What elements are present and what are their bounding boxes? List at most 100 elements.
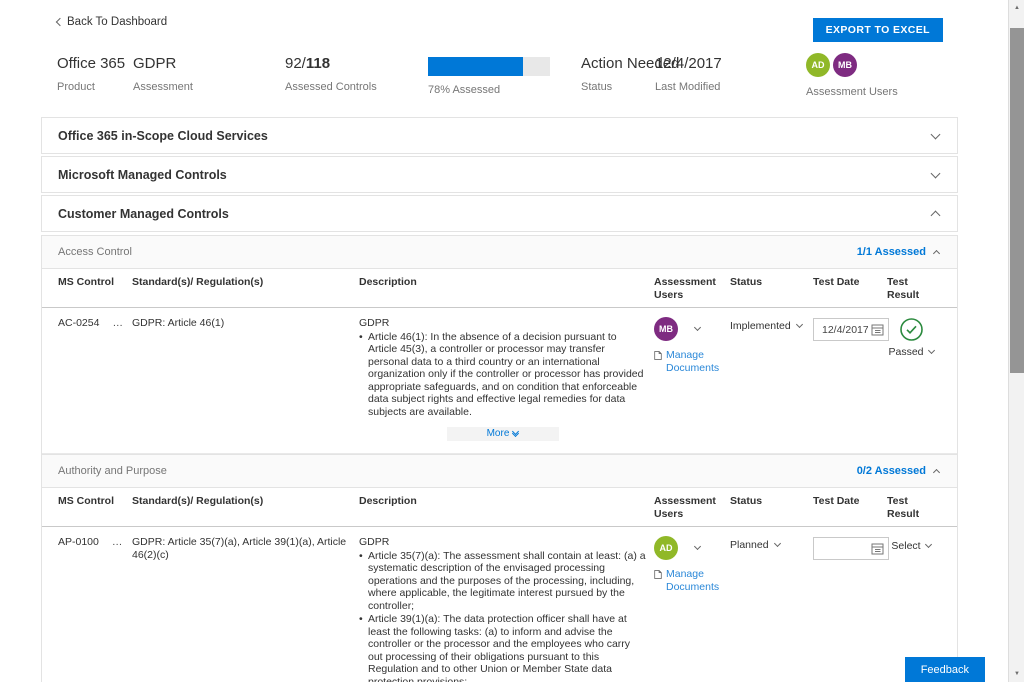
- control-id: AP-0100: [58, 536, 99, 682]
- chevron-down-icon[interactable]: [694, 543, 701, 550]
- row-menu-button[interactable]: …: [112, 536, 124, 682]
- product-value: Office 365: [57, 55, 125, 72]
- feedback-button[interactable]: Feedback: [905, 657, 985, 682]
- status-dropdown[interactable]: Planned: [730, 527, 813, 682]
- metric-assessed-controls: 92/118 Assessed Controls: [285, 55, 377, 93]
- column-header-test-result: Test Result: [887, 488, 943, 526]
- description-cell: GDPR Article 46(1): In the absence of a …: [359, 308, 654, 453]
- status-dropdown[interactable]: Implemented: [730, 308, 813, 453]
- last-modified-value: 12/4/2017: [655, 55, 722, 72]
- chevron-up-icon: [933, 250, 940, 257]
- test-date-input-wrapper: [813, 318, 889, 341]
- chevron-up-icon: [931, 210, 941, 220]
- group-assessed-count: 1/1 Assessed: [857, 246, 926, 258]
- back-link-label: Back To Dashboard: [67, 16, 167, 28]
- document-icon: [654, 568, 662, 581]
- column-header-test-date: Test Date: [813, 269, 887, 307]
- section-office365-in-scope[interactable]: Office 365 in-Scope Cloud Services: [41, 117, 958, 154]
- column-header-status: Status: [730, 269, 813, 307]
- table-header-row: MS Control Standard(s)/ Regulation(s) De…: [42, 269, 957, 308]
- back-to-dashboard-link[interactable]: Back To Dashboard: [57, 16, 167, 28]
- section-microsoft-managed-controls[interactable]: Microsoft Managed Controls: [41, 156, 958, 193]
- vertical-scrollbar[interactable]: ▲ ▼: [1008, 0, 1024, 682]
- product-label: Product: [57, 81, 125, 93]
- column-header-ms-control: MS Control: [58, 269, 132, 307]
- assessment-users-label: Assessment Users: [806, 86, 898, 98]
- export-to-excel-button[interactable]: EXPORT TO EXCEL: [813, 18, 943, 42]
- document-icon: [654, 349, 662, 362]
- column-header-assessment-users: Assessment Users: [654, 269, 730, 307]
- chevron-down-icon: [774, 540, 781, 547]
- standards-cell: GDPR: Article 35(7)(a), Article 39(1)(a)…: [132, 527, 359, 682]
- group-collapse-toggle[interactable]: 0/2 Assessed: [857, 465, 939, 477]
- assessment-summary: Office 365 Product GDPR Assessment 92/11…: [57, 55, 957, 100]
- avatar[interactable]: AD: [654, 536, 678, 560]
- section-customer-managed-controls[interactable]: Customer Managed Controls: [41, 195, 958, 232]
- group-bar-authority-and-purpose: Authority and Purpose 0/2 Assessed: [41, 454, 958, 488]
- description-bullets: Article 35(7)(a): The assessment shall c…: [359, 550, 646, 682]
- test-date-cell: [813, 308, 887, 453]
- last-modified-label: Last Modified: [655, 81, 722, 93]
- section-title: Customer Managed Controls: [58, 207, 229, 221]
- description-title: GDPR: [359, 536, 646, 549]
- column-header-test-result: Test Result: [887, 269, 943, 307]
- manage-documents-link[interactable]: Manage Documents: [654, 568, 722, 594]
- status-value: Planned: [730, 539, 769, 552]
- test-date-cell: [813, 527, 887, 682]
- section-title: Office 365 in-Scope Cloud Services: [58, 129, 268, 143]
- calendar-icon[interactable]: [871, 542, 884, 555]
- description-bullet: Article 46(1): In the absence of a decis…: [359, 331, 646, 419]
- description-bullet: Article 39(1)(a): The data protection of…: [359, 613, 646, 682]
- avatar[interactable]: MB: [654, 317, 678, 341]
- column-header-ms-control: MS Control: [58, 488, 132, 526]
- controls-table-access-control: MS Control Standard(s)/ Regulation(s) De…: [41, 269, 958, 454]
- description-title: GDPR: [359, 317, 646, 330]
- column-header-description: Description: [359, 488, 654, 526]
- chevron-left-icon: [56, 18, 64, 26]
- ms-control-cell: AC-0254 …: [58, 308, 132, 453]
- group-assessed-count: 0/2 Assessed: [857, 465, 926, 477]
- chevron-down-icon: [931, 168, 941, 178]
- column-header-assessment-users: Assessment Users: [654, 488, 730, 526]
- column-header-status: Status: [730, 488, 813, 526]
- assessment-users-cell: AD Manage Documents: [654, 527, 730, 682]
- group-name: Authority and Purpose: [58, 465, 167, 477]
- row-menu-button[interactable]: …: [112, 317, 124, 447]
- calendar-icon[interactable]: [871, 323, 884, 336]
- chevron-down-icon: [796, 321, 803, 328]
- group-bar-access-control: Access Control 1/1 Assessed: [41, 235, 958, 269]
- more-button[interactable]: More: [447, 427, 559, 441]
- metric-assessment: GDPR Assessment: [133, 55, 193, 93]
- description-cell: GDPR Article 35(7)(a): The assessment sh…: [359, 527, 654, 682]
- avatar[interactable]: AD: [806, 53, 830, 77]
- scroll-down-arrow-icon[interactable]: ▼: [1009, 666, 1024, 682]
- scrollbar-thumb[interactable]: [1010, 28, 1024, 373]
- ms-control-cell: AP-0100 …: [58, 527, 132, 682]
- scroll-up-arrow-icon[interactable]: ▲: [1009, 0, 1024, 16]
- test-result-dropdown[interactable]: Passed: [887, 308, 943, 453]
- section-title: Microsoft Managed Controls: [58, 168, 227, 182]
- column-header-description: Description: [359, 269, 654, 307]
- description-bullets: Article 46(1): In the absence of a decis…: [359, 331, 646, 419]
- metric-product: Office 365 Product: [57, 55, 125, 93]
- chevron-down-icon: [925, 541, 932, 548]
- metric-progress: 78% Assessed: [428, 55, 550, 96]
- manage-documents-link[interactable]: Manage Documents: [654, 349, 722, 375]
- table-row: AP-0100 … GDPR: Article 35(7)(a), Articl…: [42, 527, 957, 682]
- table-row: AC-0254 … GDPR: Article 46(1) GDPR Artic…: [42, 308, 957, 454]
- more-label: More: [487, 428, 510, 441]
- manage-documents-label: Manage Documents: [666, 568, 722, 594]
- controls-table-authority-and-purpose: MS Control Standard(s)/ Regulation(s) De…: [41, 488, 958, 682]
- avatar[interactable]: MB: [833, 53, 857, 77]
- chevron-down-icon: [927, 347, 934, 354]
- progress-bar: [428, 57, 550, 76]
- column-header-test-date: Test Date: [813, 488, 887, 526]
- controls-accordion: Office 365 in-Scope Cloud Services Micro…: [41, 117, 958, 682]
- group-collapse-toggle[interactable]: 1/1 Assessed: [857, 246, 939, 258]
- control-id: AC-0254: [58, 317, 99, 447]
- test-result-value: Select: [891, 540, 920, 553]
- chevron-down-icon[interactable]: [694, 324, 701, 331]
- test-result-value: Passed: [888, 346, 923, 359]
- passed-check-icon: [899, 317, 924, 342]
- chevron-up-icon: [933, 469, 940, 476]
